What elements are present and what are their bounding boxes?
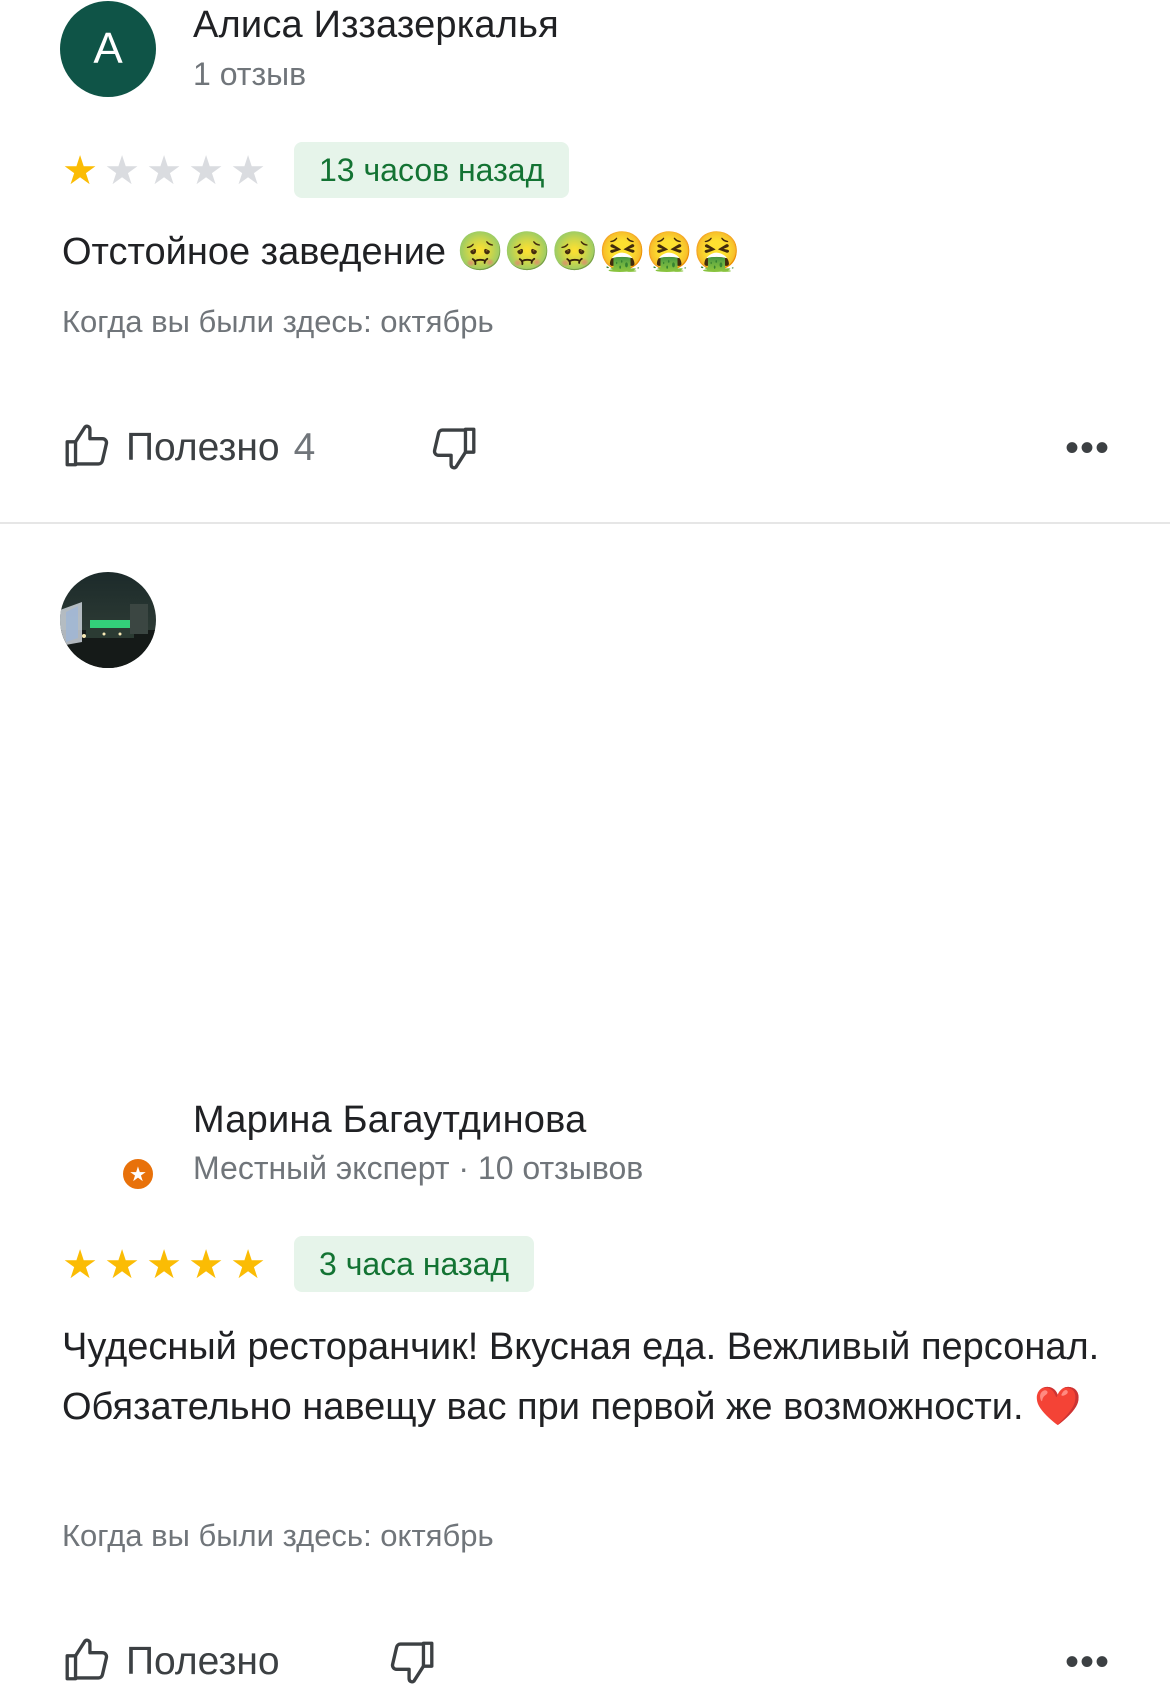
thumbs-up-icon [62, 1635, 112, 1690]
star-icon: ★ [104, 149, 140, 193]
thumbs-down-icon [429, 427, 479, 477]
star-icon: ★ [188, 149, 224, 193]
author-meta: Местный эксперт · 10 отзывов [193, 1150, 644, 1186]
rating-stars: ★ ★ ★ ★ ★ [60, 151, 268, 191]
review-text: Отстойное заведение 🤢🤢🤢🤮🤮🤮 [62, 231, 741, 273]
star-icon: ★ [146, 1243, 182, 1287]
helpful-label: Полезно [126, 1640, 280, 1683]
helpful-label: Полезно [126, 426, 280, 469]
review-text: Чудесный ресторанчик! Вкусная еда. Вежли… [62, 1326, 1100, 1428]
review-card: ★ Марина Багаутдинова Местный эксперт · … [0, 524, 1170, 1684]
star-icon: ★ [188, 1243, 224, 1287]
star-icon: ★ [230, 149, 266, 193]
not-helpful-button[interactable] [429, 423, 479, 478]
more-icon[interactable]: ••• [1065, 1634, 1110, 1690]
thumbs-down-icon [387, 1641, 437, 1691]
avatar[interactable]: А [60, 1, 156, 97]
helpful-button[interactable]: Полезно 4 [62, 420, 315, 476]
visit-date: Когда вы были здесь: октябрь [62, 1518, 494, 1553]
star-icon: ★ [104, 1243, 140, 1287]
time-badge: 13 часов назад [294, 142, 570, 198]
star-icon: ★ [62, 149, 98, 193]
more-icon[interactable]: ••• [1065, 420, 1110, 476]
local-guide-star-icon: ★ [120, 1156, 156, 1192]
avatar[interactable] [60, 572, 156, 668]
author-meta: 1 отзыв [193, 56, 307, 92]
visit-date: Когда вы были здесь: октябрь [62, 304, 494, 339]
star-icon: ★ [146, 149, 182, 193]
avatar-photo [60, 572, 156, 668]
rating-stars: ★ ★ ★ ★ ★ [60, 1245, 268, 1285]
thumbs-up-icon [62, 421, 112, 476]
helpful-button[interactable]: Полезно [62, 1634, 294, 1690]
helpful-count: 4 [293, 426, 316, 469]
star-icon: ★ [230, 1243, 266, 1287]
review-actions: Полезно ••• [62, 1634, 1110, 1690]
review-card: А Алиса Иззазеркалья 1 отзыв ★ ★ ★ ★ ★ 1… [0, 0, 1170, 524]
not-helpful-button[interactable] [387, 1637, 437, 1692]
author-name[interactable]: Алиса Иззазеркалья [193, 4, 559, 47]
author-name[interactable]: Марина Багаутдинова [193, 1099, 586, 1142]
star-icon: ★ [62, 1243, 98, 1287]
avatar-letter: А [93, 24, 123, 73]
review-actions: Полезно 4 ••• [62, 420, 1110, 476]
time-badge: 3 часа назад [294, 1236, 535, 1292]
